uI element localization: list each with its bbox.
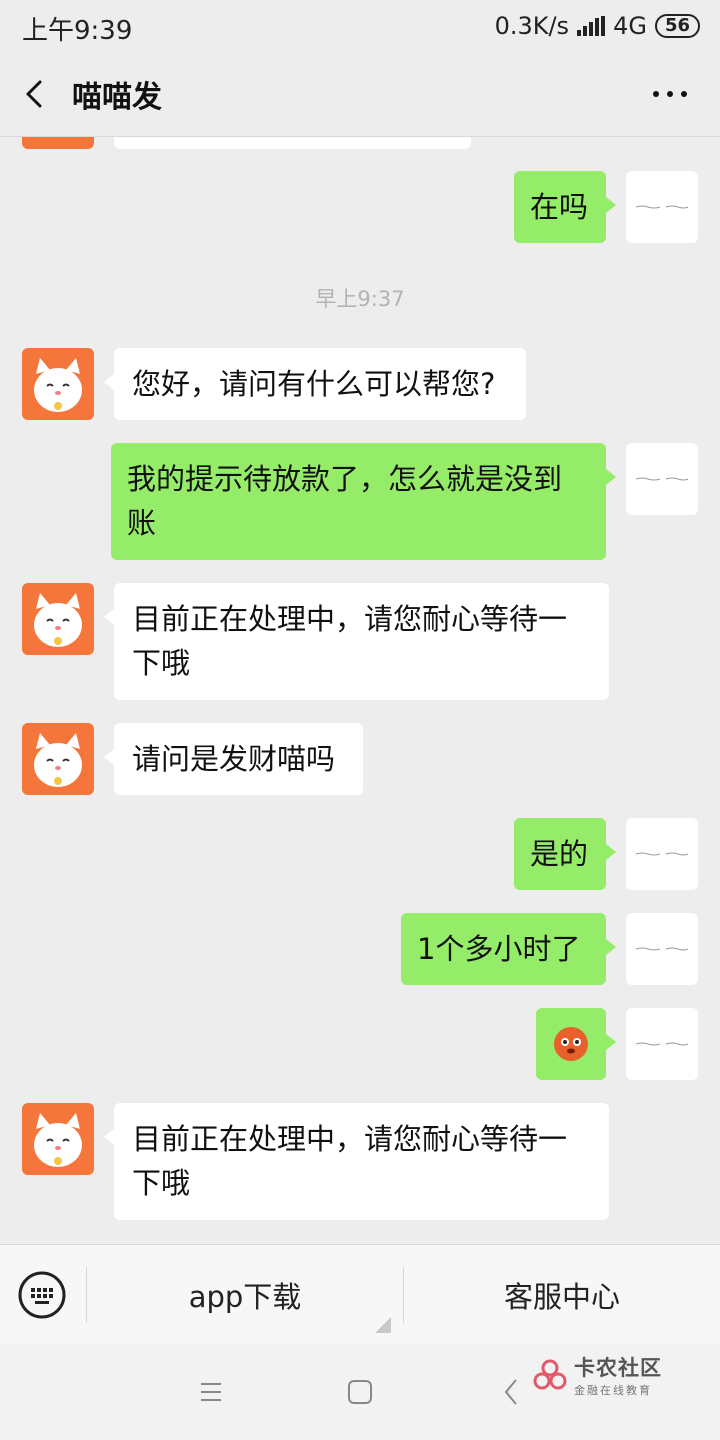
avatar-scribble-icon: [635, 477, 689, 481]
message-text: 1个多小时了: [417, 932, 581, 966]
message-bubble-self[interactable]: 是的: [514, 818, 616, 890]
user-avatar[interactable]: [626, 443, 698, 515]
status-indicators: 0.3K/s 4G 56: [495, 10, 700, 42]
message-bubble-self[interactable]: 我的提示待放款了，怎么就是没到账: [111, 443, 616, 560]
message-bubble-self[interactable]: 1个多小时了: [401, 913, 616, 985]
user-avatar[interactable]: [626, 171, 698, 243]
message-text: 是的: [530, 837, 589, 871]
message-timestamp: 早上9:37: [315, 287, 405, 311]
menu-item-label: 客服中心: [503, 1280, 620, 1314]
more-options-icon[interactable]: [650, 84, 690, 104]
message-bubble-other[interactable]: 您好，请问有什么可以帮您?: [104, 348, 526, 420]
network-type: 4G: [613, 12, 647, 40]
back-arrow-icon[interactable]: [20, 74, 50, 114]
avatar-scribble-icon: [635, 1042, 689, 1046]
watermark: 卡农社区 金融在线教育: [532, 1352, 662, 1398]
message-bubble-other[interactable]: 目前正在处理中，请您耐心等待一下哦: [104, 1103, 609, 1220]
status-time: 上午9:39: [22, 16, 133, 46]
avatar-scribble-icon: [635, 947, 689, 951]
system-nav-bar: 卡农社区 金融在线教育: [0, 1344, 720, 1440]
user-avatar[interactable]: [626, 913, 698, 985]
cat-avatar[interactable]: [22, 583, 94, 655]
chat-header: 喵喵发: [0, 52, 720, 137]
message-text: 请问是发财喵吗: [132, 742, 336, 776]
watermark-logo-icon: [533, 1359, 567, 1390]
message-bubble-self[interactable]: [536, 1008, 616, 1080]
menu-icon[interactable]: [193, 1374, 229, 1410]
status-bar: 上午9:39 0.3K/s 4G 56: [0, 0, 720, 52]
cat-avatar[interactable]: [22, 348, 94, 420]
watermark-subtitle: 金融在线教育: [574, 1384, 652, 1397]
battery-icon: 56: [654, 14, 700, 38]
lucky-cat-icon: [34, 593, 82, 647]
menu-item-customer-service[interactable]: 客服中心: [404, 1245, 720, 1345]
message-list[interactable]: 在吗 早上9:37 您好，请问有什么可以帮您? 我的提示待放款了，怎么就是没到账: [0, 137, 720, 1243]
watermark-title: 卡农社区: [574, 1356, 662, 1380]
cat-avatar[interactable]: [22, 137, 94, 149]
user-avatar[interactable]: [626, 818, 698, 890]
cat-avatar[interactable]: [22, 1103, 94, 1175]
message-text: 您好，请问有什么可以帮您?: [132, 367, 496, 401]
network-speed: 0.3K/s: [494, 12, 570, 40]
message-text: 目前正在处理中，请您耐心等待一下哦: [132, 1122, 568, 1200]
signal-icon: [577, 16, 606, 36]
lucky-cat-icon: [34, 733, 82, 787]
message-bubble-other[interactable]: 请问是发财喵吗: [104, 723, 363, 795]
flushed-face-icon: [554, 1027, 588, 1061]
back-icon[interactable]: [494, 1374, 530, 1410]
user-avatar[interactable]: [626, 1008, 698, 1080]
message-bubble-other[interactable]: 目前正在处理中，请您耐心等待一下哦: [104, 583, 609, 700]
message-text: 目前正在处理中，请您耐心等待一下哦: [132, 602, 568, 680]
avatar-scribble-icon: [635, 205, 689, 209]
avatar-scribble-icon: [635, 852, 689, 856]
cat-avatar[interactable]: [22, 723, 94, 795]
keyboard-toggle-icon[interactable]: [18, 1271, 66, 1319]
lucky-cat-icon: [34, 1113, 82, 1167]
message-bubble-self[interactable]: 在吗: [514, 171, 616, 243]
message-text: 在吗: [530, 190, 589, 224]
submenu-indicator-icon: [375, 1317, 391, 1333]
home-icon[interactable]: [342, 1374, 378, 1410]
menu-item-app-download[interactable]: app下载: [87, 1245, 403, 1345]
previous-message-bubble: [114, 137, 471, 149]
lucky-cat-icon: [34, 358, 82, 412]
message-text: 我的提示待放款了，怎么就是没到账: [127, 462, 563, 540]
service-menu-bar: app下载 客服中心: [0, 1244, 720, 1345]
chat-title: 喵喵发: [72, 80, 162, 115]
menu-item-label: app下载: [188, 1280, 302, 1314]
